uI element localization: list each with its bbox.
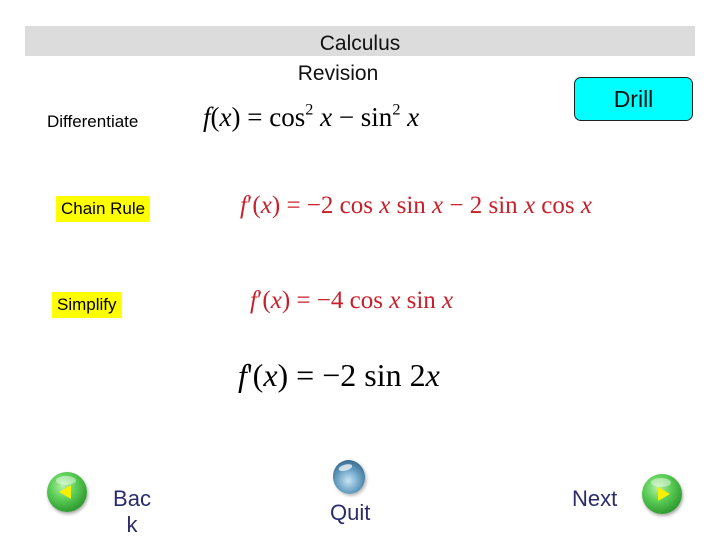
math-cos: cos: [349, 287, 383, 314]
math-f: f: [203, 102, 211, 132]
math-x: x: [270, 287, 282, 314]
back-label-line2: k: [126, 512, 138, 537]
math-exponent: 2: [305, 100, 314, 119]
equation-simplify: f′(x) = −4 cos x sin x: [250, 287, 453, 315]
math-x: x: [219, 102, 232, 132]
math-paren: ): [271, 192, 281, 219]
math-paren: (: [262, 287, 271, 314]
math-paren: (: [252, 357, 264, 393]
math-paren: ): [281, 287, 291, 314]
step-label-simplify: Simplify: [52, 292, 122, 318]
math-coefficient: −2: [322, 357, 365, 393]
math-paren: ): [277, 357, 289, 393]
math-paren: (: [210, 102, 220, 132]
equation-function: f(x) = cos2 x − sin2 x: [203, 102, 419, 133]
back-label-line1: Bac: [113, 486, 151, 511]
math-sin: sin: [364, 357, 402, 393]
math-x: x: [389, 287, 401, 314]
math-equals: =: [240, 102, 270, 132]
math-cos: cos: [339, 192, 373, 219]
drill-button[interactable]: Drill: [574, 77, 693, 121]
math-x: x: [580, 192, 592, 219]
equation-final: f'(x) = −2 sin 2x: [238, 357, 440, 394]
step-label-chain-rule: Chain Rule: [56, 196, 151, 222]
right-triangle-icon: [658, 487, 670, 501]
math-x: x: [523, 192, 536, 219]
math-coefficient: 2: [469, 192, 483, 219]
orb-shine: [337, 462, 353, 473]
math-x: x: [407, 102, 420, 132]
math-x: x: [425, 357, 440, 393]
left-triangle-icon: [59, 485, 71, 499]
math-x: x: [320, 102, 333, 132]
math-coefficient: −2: [306, 192, 340, 219]
next-arrow-icon[interactable]: [642, 474, 682, 514]
math-f: f: [250, 287, 257, 314]
math-minus: −: [443, 192, 470, 219]
step-label-differentiate: Differentiate: [47, 112, 139, 131]
math-x: x: [442, 287, 454, 314]
math-x: x: [260, 192, 272, 219]
math-paren: ): [231, 102, 241, 132]
back-arrow-icon[interactable]: [47, 472, 87, 512]
math-exponent: 2: [392, 100, 401, 119]
math-x: x: [432, 192, 444, 219]
title-line-1: Calculus: [319, 32, 401, 55]
math-cos: cos: [269, 102, 306, 132]
math-cos: cos: [541, 192, 575, 219]
math-sin: sin: [396, 192, 426, 219]
title-line-2: Revision: [297, 62, 379, 85]
math-f: f: [238, 357, 247, 393]
math-minus: −: [332, 102, 361, 132]
equation-chain-rule: f′(x) = −2 cos x sin x − 2 sin x cos x: [240, 192, 592, 220]
math-f: f: [240, 192, 247, 219]
math-coefficient: 2: [409, 357, 426, 393]
math-coefficient: −4: [316, 287, 350, 314]
orb-shine: [56, 476, 76, 485]
orb-shine: [651, 478, 671, 487]
quit-orb-icon[interactable]: [329, 456, 369, 498]
quit-button[interactable]: Quit: [330, 500, 370, 526]
math-equals: =: [280, 192, 307, 219]
math-paren: (: [252, 192, 261, 219]
back-button[interactable]: Bac k: [112, 486, 152, 538]
math-sin: sin: [360, 102, 393, 132]
math-sin: sin: [488, 192, 518, 219]
math-x: x: [379, 192, 391, 219]
math-sin: sin: [406, 287, 436, 314]
math-equals: =: [288, 357, 323, 393]
next-button[interactable]: Next: [572, 486, 617, 512]
math-x: x: [263, 357, 278, 393]
math-equals: =: [290, 287, 317, 314]
